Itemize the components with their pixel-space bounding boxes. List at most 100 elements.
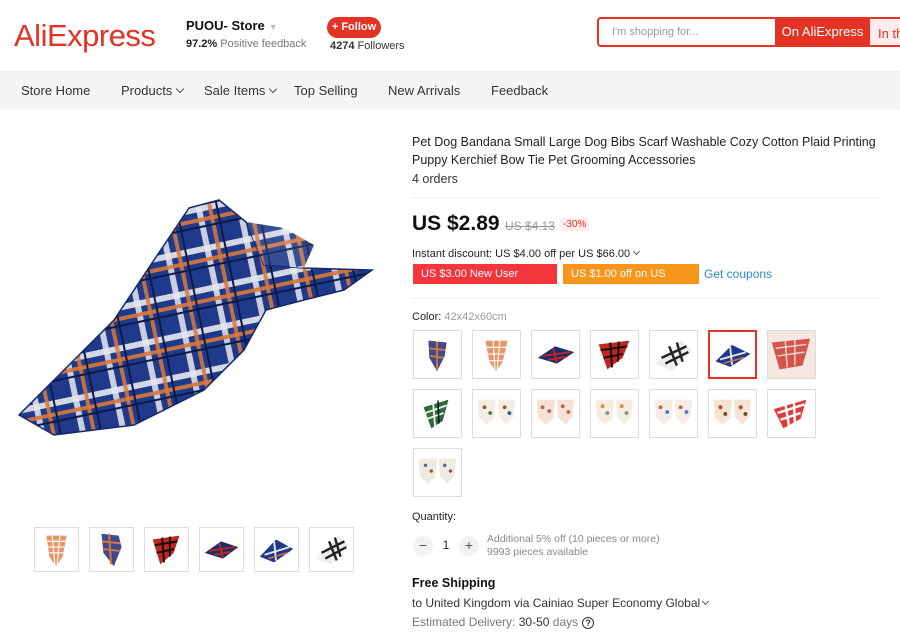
product-price: US $2.89	[412, 212, 500, 235]
follow-button[interactable]: + Follow	[327, 17, 381, 38]
thumbnail-black-white-plaid[interactable]	[309, 527, 354, 572]
shipping-title: Free Shipping	[412, 576, 496, 590]
followers-count: 4274 Followers	[330, 40, 405, 52]
blue-plaid-swatch-icon	[715, 344, 751, 367]
nav-sale-items-label: Sale Items	[204, 83, 266, 98]
color-swatch-print-1[interactable]	[472, 389, 521, 438]
color-swatch-print-2[interactable]	[531, 389, 580, 438]
color-swatch-print-4[interactable]	[649, 389, 698, 438]
blue-plaid-thumb-icon	[259, 539, 294, 563]
multi-plaid-swatch-icon	[428, 340, 447, 372]
chevron-down-icon	[269, 84, 278, 94]
estimated-delivery: Estimated Delivery: 30-50 days?	[412, 615, 595, 629]
chevron-down-icon	[633, 247, 641, 256]
print-swatch-icon	[709, 390, 756, 437]
color-swatch-blue-plaid-selected[interactable]	[708, 330, 757, 379]
followers-label: Followers	[357, 40, 405, 52]
color-swatch-navy-red-plaid[interactable]	[531, 330, 580, 379]
quantity-label: Quantity:	[412, 511, 457, 523]
color-swatch-red-white-check[interactable]	[767, 389, 816, 438]
navy-red-plaid-thumb-icon	[204, 541, 239, 559]
store-nav: Store Home Products Sale Items Top Selli…	[0, 72, 900, 109]
shipping-method-selector[interactable]: to United Kingdom via Cainiao Super Econ…	[412, 596, 710, 610]
feedback-label: Positive feedback	[220, 38, 307, 50]
store-feedback: 97.2% Positive feedback	[186, 38, 306, 50]
black-white-plaid-swatch-icon	[655, 340, 693, 372]
get-coupons-link[interactable]: Get coupons	[704, 267, 772, 281]
nav-products-label: Products	[121, 83, 173, 98]
instant-discount-label: Instant discount: US $4.00 off per US $6…	[412, 248, 631, 260]
black-white-plaid-thumb-icon	[315, 535, 349, 565]
print-swatch-icon	[532, 390, 579, 437]
feedback-percent: 97.2%	[186, 38, 218, 50]
delivery-days: 30-50	[518, 615, 550, 629]
shipping-method-label: to United Kingdom via Cainiao Super Econ…	[412, 596, 701, 610]
discount-badge: -30%	[560, 218, 590, 231]
blue-plaid-bandana-image	[17, 199, 375, 436]
product-title: Pet Dog Bandana Small Large Dog Bibs Sca…	[412, 135, 876, 167]
print-swatch-icon	[414, 449, 461, 496]
thumbnail-navy-red-plaid[interactable]	[199, 527, 244, 572]
new-user-coupon[interactable]: US $3.00 New User Coupon	[413, 264, 557, 300]
store-name[interactable]: PUOU- Store ▼	[186, 18, 278, 33]
thumbnail-blue-plaid[interactable]	[254, 527, 299, 572]
quantity-note: Additional 5% off (10 pieces or more) 999…	[487, 533, 660, 559]
red-white-check-swatch-icon	[768, 390, 815, 437]
chevron-down-icon	[702, 597, 710, 606]
red-check-swatch-icon	[768, 331, 815, 378]
original-price: US $4.13	[505, 219, 556, 233]
color-swatch-print-3[interactable]	[590, 389, 639, 438]
color-swatch-black-white-plaid[interactable]	[649, 330, 698, 379]
divider	[412, 298, 880, 299]
color-swatch-red-black-plaid[interactable]	[590, 330, 639, 379]
color-swatch-orange-plaid[interactable]	[472, 330, 521, 379]
color-swatch-print-6[interactable]	[413, 448, 462, 497]
followers-number: 4274	[330, 40, 355, 52]
pieces-available: 9993 pieces available	[487, 546, 588, 558]
nav-sale-items[interactable]: Sale Items	[204, 83, 278, 98]
nav-products[interactable]: Products	[121, 83, 185, 98]
nav-feedback[interactable]: Feedback	[491, 83, 548, 98]
quantity-input[interactable]: 1	[438, 538, 454, 552]
search-aliexpress-button[interactable]: On AliExpress	[775, 17, 870, 47]
quantity-increase-button[interactable]: +	[459, 536, 479, 556]
chevron-down-icon	[176, 84, 185, 94]
thumbnail-multi-plaid[interactable]	[89, 527, 134, 572]
nav-store-home[interactable]: Store Home	[21, 83, 90, 98]
print-swatch-icon	[473, 390, 520, 437]
color-swatch-red-check[interactable]	[767, 330, 816, 379]
color-label-text: Color:	[412, 311, 442, 323]
red-black-plaid-swatch-icon	[598, 340, 630, 370]
help-icon[interactable]: ?	[582, 617, 595, 629]
delivery-label: Estimated Delivery:	[412, 615, 516, 629]
bulk-discount-note: Additional 5% off (10 pieces or more)	[487, 533, 660, 545]
instant-discount[interactable]: Instant discount: US $4.00 off per US $6…	[412, 247, 641, 260]
store-name-label: PUOU- Store	[186, 18, 265, 33]
red-black-plaid-thumb-icon	[152, 535, 180, 565]
color-swatch-green-plaid[interactable]	[413, 389, 462, 438]
divider	[412, 197, 880, 198]
color-swatch-print-5[interactable]	[708, 389, 757, 438]
store-header: AliExpress PUOU- Store ▼ 97.2% Positive fe…	[0, 0, 900, 72]
caret-down-icon: ▼	[268, 21, 278, 32]
print-swatch-icon	[591, 390, 638, 437]
search-store-button[interactable]: In th	[870, 17, 900, 47]
quantity-decrease-button[interactable]: −	[413, 536, 433, 556]
orange-plaid-swatch-icon	[485, 340, 508, 372]
search-input[interactable]: I'm shopping for...	[597, 17, 777, 47]
print-swatch-icon	[650, 390, 697, 437]
product-main-image[interactable]	[14, 190, 386, 450]
color-swatch-multi-plaid[interactable]	[413, 330, 462, 379]
multi-plaid-thumb-icon	[101, 533, 122, 567]
nav-new-arrivals[interactable]: New Arrivals	[388, 83, 460, 98]
store-coupon[interactable]: US $1.00 off on US $20.00	[563, 264, 699, 300]
thumbnail-orange-plaid[interactable]	[34, 527, 79, 572]
color-label: Color: 42x42x60cm	[412, 311, 507, 323]
navy-red-plaid-swatch-icon	[537, 346, 575, 364]
thumbnail-red-black-plaid[interactable]	[144, 527, 189, 572]
aliexpress-logo[interactable]: AliExpress	[14, 18, 156, 54]
delivery-unit: days	[552, 615, 579, 629]
green-plaid-swatch-icon	[423, 399, 449, 429]
nav-top-selling[interactable]: Top Selling	[294, 83, 358, 98]
color-value: 42x42x60cm	[444, 311, 507, 323]
